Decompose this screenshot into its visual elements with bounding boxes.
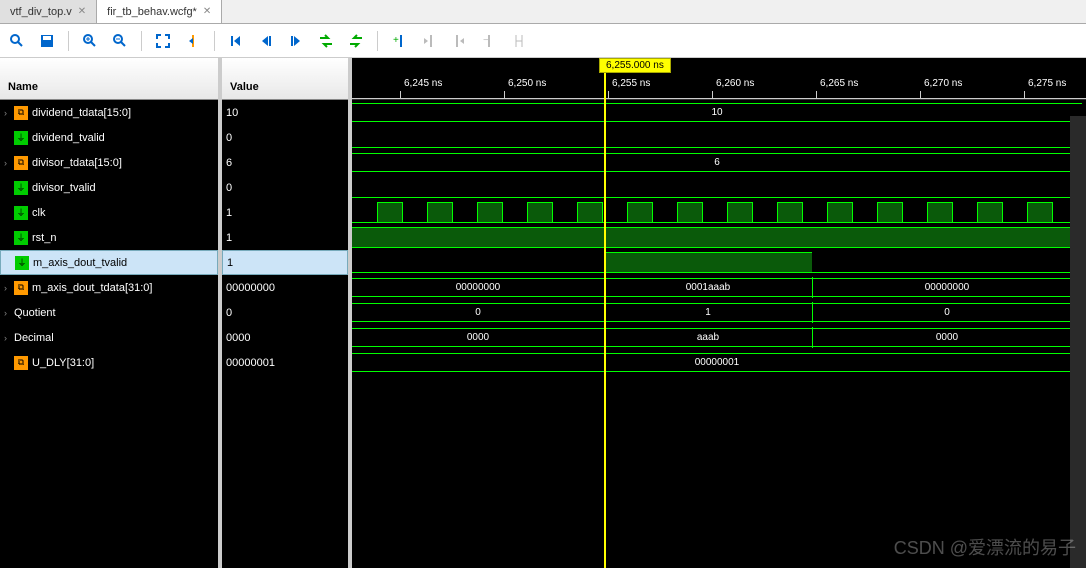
waveform-row[interactable]: 000000000001aaab00000000 xyxy=(352,275,1086,300)
bus-icon: ⧉ xyxy=(14,356,28,370)
svg-text:−: − xyxy=(483,35,489,46)
value-cell[interactable]: 00000001 xyxy=(222,350,348,375)
time-marker-line[interactable] xyxy=(604,72,606,568)
close-icon[interactable]: ✕ xyxy=(78,6,86,17)
value-cell[interactable]: 1 xyxy=(222,200,348,225)
wire-icon: ⏚ xyxy=(14,181,28,195)
signal-row[interactable]: ›Quotient xyxy=(0,300,218,325)
signal-row[interactable]: ⏚m_axis_dout_tvalid xyxy=(0,250,218,275)
value-cell[interactable]: 00000000 xyxy=(222,275,348,300)
marker-width-icon xyxy=(508,30,530,52)
add-marker-icon[interactable]: + xyxy=(388,30,410,52)
bus-icon: ⧉ xyxy=(14,281,28,295)
signal-row[interactable]: ›⧉dividend_tdata[15:0] xyxy=(0,100,218,125)
signal-value-panel: Value 10060111000000000000000000001 xyxy=(222,58,352,568)
del-marker-icon: − xyxy=(478,30,500,52)
prev-icon[interactable] xyxy=(255,30,277,52)
signal-row[interactable]: ›Decimal xyxy=(0,325,218,350)
zoom-fit-icon[interactable] xyxy=(152,30,174,52)
signal-row[interactable]: ›⧉divisor_tdata[15:0] xyxy=(0,150,218,175)
waveform-row[interactable] xyxy=(352,225,1086,250)
value-cell[interactable]: 6 xyxy=(222,150,348,175)
signal-row[interactable]: ⏚rst_n xyxy=(0,225,218,250)
vertical-scrollbar[interactable] xyxy=(1070,116,1086,568)
value-cell[interactable]: 10 xyxy=(222,100,348,125)
waveform-panel[interactable]: 6,255.000 ns 6,245 ns6,250 ns6,255 ns6,2… xyxy=(352,58,1086,568)
waveform-row[interactable]: 6 xyxy=(352,150,1086,175)
value-cell[interactable]: 0000 xyxy=(222,325,348,350)
swap-next-icon[interactable] xyxy=(345,30,367,52)
wire-icon: ⏚ xyxy=(15,256,29,270)
signal-row[interactable]: ›⧉m_axis_dout_tdata[31:0] xyxy=(0,275,218,300)
svg-text:+: + xyxy=(393,35,399,46)
signal-row[interactable]: ⏚divisor_tvalid xyxy=(0,175,218,200)
waveform-row[interactable] xyxy=(352,125,1086,150)
file-tab[interactable]: vtf_div_top.v✕ xyxy=(0,0,97,23)
signal-row[interactable]: ⏚clk xyxy=(0,200,218,225)
file-tabs: vtf_div_top.v✕fir_tb_behav.wcfg*✕ xyxy=(0,0,1086,24)
value-cell[interactable]: 0 xyxy=(222,125,348,150)
waveform-row[interactable] xyxy=(352,200,1086,225)
signal-row[interactable]: ⧉U_DLY[31:0] xyxy=(0,350,218,375)
watermark: CSDN @爱漂流的易子 xyxy=(894,534,1076,560)
name-header: Name xyxy=(0,58,218,100)
prev-marker-icon xyxy=(418,30,440,52)
next-marker-icon xyxy=(448,30,470,52)
close-icon[interactable]: ✕ xyxy=(203,6,211,17)
search-icon[interactable] xyxy=(6,30,28,52)
waveform-row[interactable] xyxy=(352,175,1086,200)
waveform-row[interactable]: 00000001 xyxy=(352,350,1086,375)
time-ruler[interactable]: 6,245 ns6,250 ns6,255 ns6,260 ns6,265 ns… xyxy=(352,58,1086,100)
next-icon[interactable] xyxy=(285,30,307,52)
value-cell[interactable]: 1 xyxy=(222,225,348,250)
bus-icon: ⧉ xyxy=(14,156,28,170)
go-start-icon[interactable] xyxy=(225,30,247,52)
zoom-in-icon[interactable] xyxy=(79,30,101,52)
file-tab[interactable]: fir_tb_behav.wcfg*✕ xyxy=(97,0,222,23)
value-header: Value xyxy=(222,58,348,100)
waveform-row[interactable]: 010 xyxy=(352,300,1086,325)
zoom-out-icon[interactable] xyxy=(109,30,131,52)
time-marker-label[interactable]: 6,255.000 ns xyxy=(599,58,671,73)
wire-icon: ⏚ xyxy=(14,231,28,245)
signal-row[interactable]: ⏚dividend_tvalid xyxy=(0,125,218,150)
signal-name-panel: Name ›⧉dividend_tdata[15:0]⏚dividend_tva… xyxy=(0,58,222,568)
bus-icon: ⧉ xyxy=(14,106,28,120)
value-cell[interactable]: 1 xyxy=(222,250,348,275)
value-cell[interactable]: 0 xyxy=(222,300,348,325)
waveform-row[interactable]: 0000aaab0000 xyxy=(352,325,1086,350)
wire-icon: ⏚ xyxy=(14,131,28,145)
swap-prev-icon[interactable] xyxy=(315,30,337,52)
waveform-row[interactable]: 10 xyxy=(352,100,1086,125)
save-icon[interactable] xyxy=(36,30,58,52)
wire-icon: ⏚ xyxy=(14,206,28,220)
waveform-row[interactable] xyxy=(352,250,1086,275)
value-cell[interactable]: 0 xyxy=(222,175,348,200)
toolbar: + − xyxy=(0,24,1086,58)
cursor-icon[interactable] xyxy=(182,30,204,52)
